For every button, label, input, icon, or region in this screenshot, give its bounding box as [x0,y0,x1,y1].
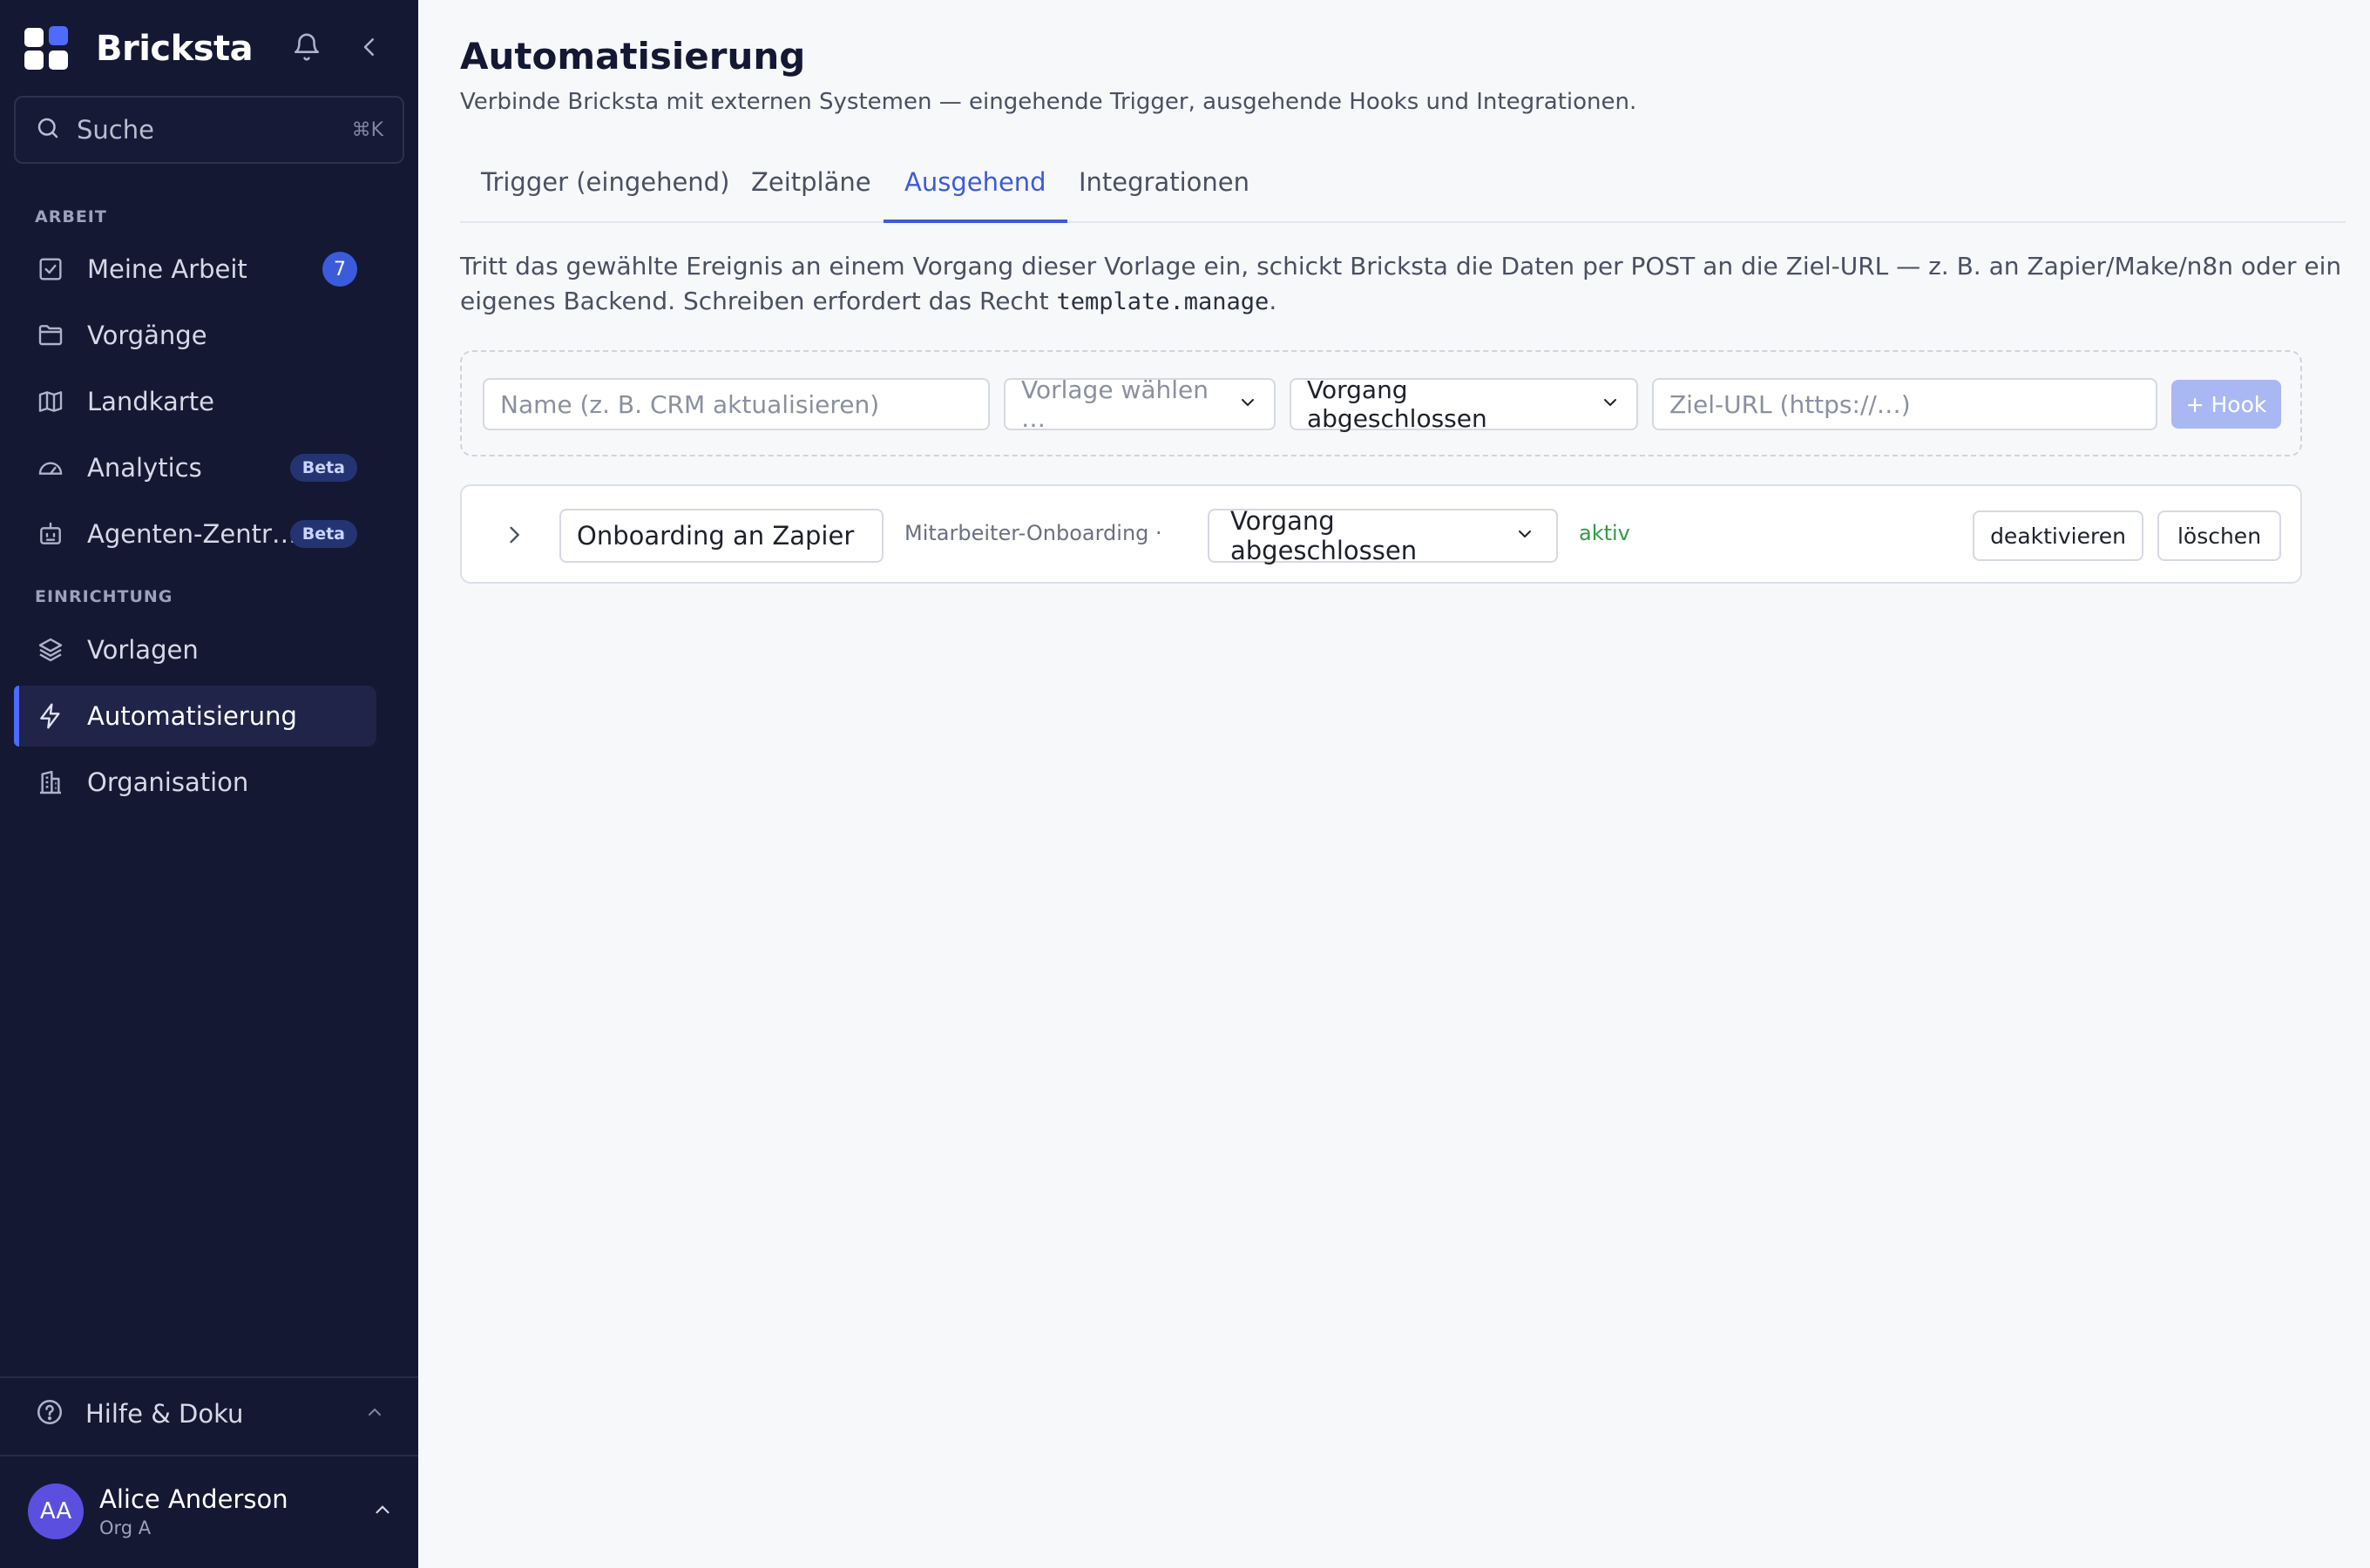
delete-button[interactable]: löschen [2157,510,2281,561]
sidebar-item-vorlagen[interactable]: Vorlagen [14,619,376,680]
chevron-right-icon[interactable] [497,517,532,552]
sidebar-item-label: Landkarte [87,387,214,416]
help-icon [35,1397,64,1430]
bricksta-logo [24,26,70,71]
user-info: Alice Anderson Org A [99,1484,288,1538]
template-select[interactable]: Vorlage wählen … [1004,375,1276,433]
help-label: Hilfe & Doku [85,1399,244,1429]
hook-name-placeholder: Name (z. B. CRM aktualisieren) [500,389,880,419]
main-content: Automatisierung Verbinde Bricksta mit ex… [418,0,2370,1568]
add-hook-button[interactable]: + Hook [2171,380,2281,429]
user-name: Alice Anderson [99,1484,288,1514]
sidebar-item-vorgaenge[interactable]: Vorgänge [14,305,376,366]
sidebar-item-analytics[interactable]: Analytics Beta [14,437,376,498]
target-url-input[interactable]: Ziel-URL (https://…) [1652,378,2157,430]
beta-badge: Beta [289,454,357,482]
layers-icon [35,634,66,666]
gauge-icon [35,452,66,483]
sidebar-item-organisation[interactable]: Organisation [14,752,376,813]
sidebar-item-label: Vorgänge [87,321,207,350]
user-menu[interactable]: AA Alice Anderson Org A [28,1481,394,1542]
tab-trigger[interactable]: Trigger (eingehend) [460,167,750,223]
chevron-down-icon [1237,390,1258,419]
avatar: AA [28,1484,84,1539]
robot-icon [35,518,66,550]
sidebar-item-label: Automatisierung [87,701,297,731]
create-hook-form: Name (z. B. CRM aktualisieren) Vorlage w… [460,350,2302,456]
sidebar-item-agenten-zentrale[interactable]: Agenten-Zentr… Beta [14,504,376,564]
folder-icon [35,320,66,351]
search-shortcut: ⌘K [351,118,383,141]
deactivate-button[interactable]: deaktivieren [1973,510,2143,561]
tab-bar: Trigger (eingehend) Zeitpläne Ausgehend … [460,157,2346,223]
event-select-value: Vorgang abgeschlossen [1307,375,1487,433]
search-input[interactable]: Suche ⌘K [14,96,404,164]
chevron-up-icon [371,1498,394,1524]
chevron-down-icon [1600,390,1621,419]
status-badge: aktiv [1579,521,1630,545]
hook-name-input[interactable]: Name (z. B. CRM aktualisieren) [483,378,990,430]
sidebar-item-meine-arbeit[interactable]: Meine Arbeit 7 [14,239,376,300]
sidebar-item-label: Meine Arbeit [87,254,247,284]
brand[interactable]: Bricksta [24,24,254,73]
description: Tritt das gewählte Ereignis an einem Vor… [460,249,2342,320]
app-name: Bricksta [96,29,254,69]
chevron-down-icon [1514,521,1535,551]
sidebar-item-landkarte[interactable]: Landkarte [14,371,376,432]
description-suffix: . [1269,287,1277,315]
permission-code: template.manage [1056,288,1270,315]
divider [0,1455,418,1456]
hook-template: Mitarbeiter-Onboarding · [904,521,1162,545]
building-icon [35,767,66,798]
tab-ausgehend[interactable]: Ausgehend [884,167,1067,223]
template-select-placeholder: Vorlage wählen … [1021,375,1209,433]
tab-zeitplaene[interactable]: Zeitpläne [730,167,892,223]
bell-icon[interactable] [289,30,324,64]
hook-event-value: Vorgang abgeschlossen [1230,506,1418,565]
event-select[interactable]: Vorgang abgeschlossen [1290,375,1638,433]
description-text: Tritt das gewählte Ereignis an einem Vor… [460,252,2342,315]
page-title: Automatisierung [460,35,806,78]
checkbox-icon [35,253,66,285]
page-subtitle: Verbinde Bricksta mit externen Systemen … [460,89,1637,115]
hook-row: Onboarding an Zapier Mitarbeiter-Onboard… [460,484,2302,584]
section-title-arbeit: ARBEIT [35,207,107,226]
section-title-einrichtung: EINRICHTUNG [35,587,173,606]
help-menu[interactable]: Hilfe & Doku [14,1383,404,1444]
search-placeholder: Suche [77,115,154,145]
target-url-placeholder: Ziel-URL (https://…) [1669,389,1911,419]
sidebar: Bricksta Suche ⌘K ARBEIT Meine Arbeit 7 … [0,0,418,1568]
hook-name-field[interactable]: Onboarding an Zapier [559,509,884,563]
tab-integrationen[interactable]: Integrationen [1058,167,1270,223]
beta-badge: Beta [289,520,357,548]
sidebar-item-label: Analytics [87,453,202,483]
map-icon [35,386,66,417]
sidebar-item-automatisierung[interactable]: Automatisierung [14,686,376,747]
chevron-up-icon [364,1402,385,1426]
hook-event-select[interactable]: Vorgang abgeschlossen [1208,506,1558,565]
sidebar-item-label: Vorlagen [87,635,199,665]
count-badge: 7 [322,252,357,287]
search-icon [35,115,61,145]
collapse-sidebar-icon[interactable] [352,30,387,64]
sidebar-item-label: Organisation [87,767,249,797]
divider [0,1376,418,1378]
lightning-icon [35,700,66,732]
sidebar-item-label: Agenten-Zentr… [87,519,297,549]
user-org: Org A [99,1517,152,1538]
